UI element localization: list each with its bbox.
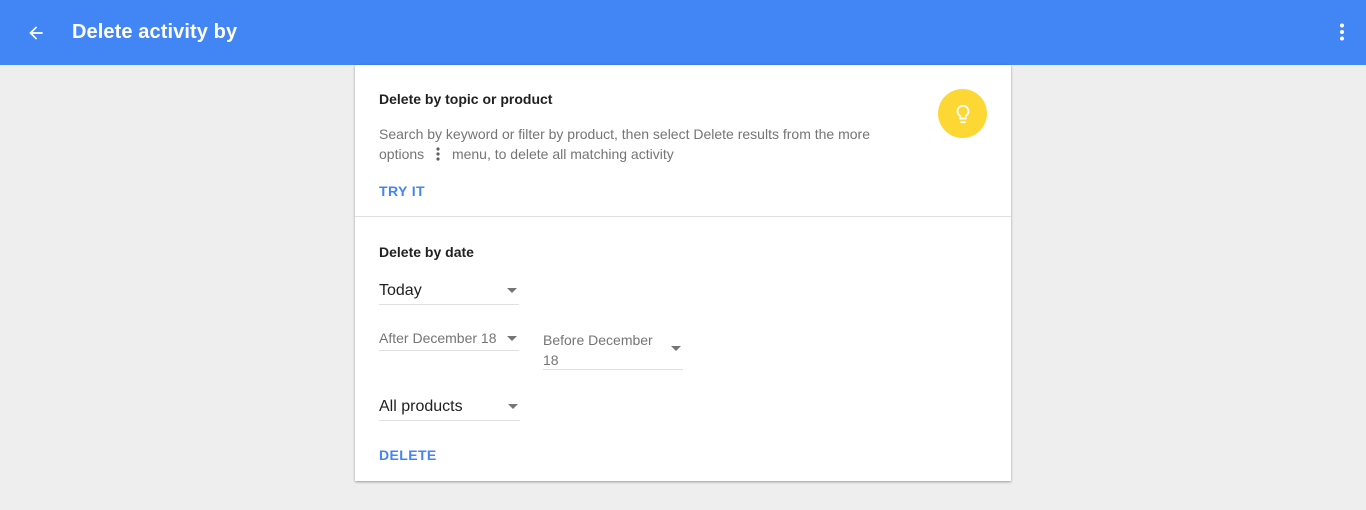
dropdown-arrow-icon	[671, 346, 681, 351]
description-text-end: menu, to delete all matching activity	[451, 146, 674, 162]
dropdown-arrow-icon	[508, 404, 518, 409]
delete-activity-card: Delete by topic or product Search by key…	[355, 65, 1011, 481]
topic-section: Delete by topic or product Search by key…	[355, 65, 1011, 217]
lightbulb-icon	[956, 104, 969, 123]
products-value: All products	[379, 398, 463, 415]
delete-button[interactable]: DELETE	[379, 447, 437, 463]
more-options-button[interactable]	[1332, 18, 1352, 46]
dropdown-arrow-icon	[507, 288, 517, 293]
arrow-back-icon	[29, 25, 43, 40]
before-date-value: Before December 18	[543, 332, 653, 368]
topic-section-title: Delete by topic or product	[379, 91, 553, 107]
date-range-select[interactable]: Today	[379, 279, 519, 305]
back-button[interactable]	[16, 13, 56, 53]
products-select[interactable]: All products	[379, 395, 520, 421]
more-vert-icon	[1340, 23, 1344, 41]
date-range-value: Today	[379, 282, 422, 299]
more-vert-icon	[436, 147, 440, 161]
before-date-select[interactable]: Before December 18	[543, 329, 683, 370]
topic-section-description: Search by keyword or filter by product, …	[379, 124, 899, 164]
after-date-value: After December 18	[379, 330, 497, 346]
after-date-select[interactable]: After December 18	[379, 329, 519, 351]
page-title: Delete activity by	[72, 21, 238, 43]
app-bar: Delete activity by	[0, 0, 1366, 65]
tip-badge	[938, 89, 987, 138]
try-it-button[interactable]: TRY IT	[379, 183, 425, 199]
dropdown-arrow-icon	[507, 336, 517, 341]
date-section-title: Delete by date	[379, 244, 474, 260]
